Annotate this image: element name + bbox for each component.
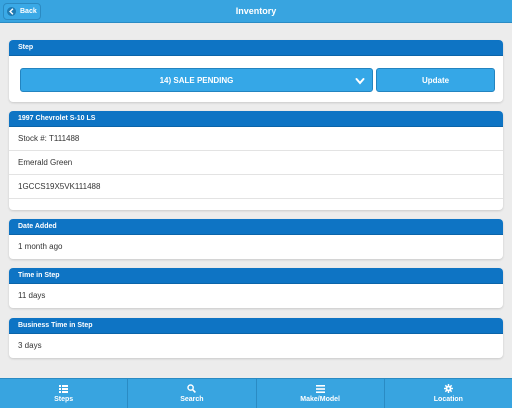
business-time-card: Business Time in Step 3 days: [9, 318, 503, 358]
vehicle-card: 1997 Chevrolet S-10 LS Stock #: T111488 …: [9, 111, 503, 210]
nav-location-label: Location: [433, 396, 463, 403]
nav-search-label: Search: [180, 396, 204, 403]
date-added-title: Date Added: [9, 219, 503, 235]
nav-steps-label: Steps: [54, 396, 74, 403]
time-in-step-title: Time in Step: [9, 268, 503, 284]
chevron-down-icon: [355, 78, 365, 85]
date-added-value: 1 month ago: [18, 242, 63, 251]
back-button-label: Back: [20, 8, 37, 15]
update-button[interactable]: Update: [376, 68, 495, 92]
back-button[interactable]: Back: [3, 3, 41, 20]
nav-steps[interactable]: Steps: [0, 379, 129, 408]
list-icon: [59, 384, 69, 393]
footer-nav: Steps Search Make/Model Location: [0, 378, 512, 408]
vehicle-color: Emerald Green: [9, 151, 503, 175]
nav-make-model[interactable]: Make/Model: [257, 379, 385, 408]
nav-make-model-label: Make/Model: [300, 396, 340, 403]
search-icon: [187, 384, 197, 393]
step-select[interactable]: 14) SALE PENDING: [20, 68, 373, 92]
nav-location[interactable]: Location: [385, 379, 512, 408]
arrow-left-icon: [7, 7, 16, 16]
stock-number: Stock #: T111488: [9, 127, 503, 151]
step-select-value: 14) SALE PENDING: [159, 75, 234, 85]
app-header: Inventory Back: [0, 0, 512, 23]
page-title: Inventory: [235, 6, 277, 16]
step-card: Step 14) SALE PENDING Update: [9, 40, 503, 102]
date-added-card: Date Added 1 month ago: [9, 219, 503, 259]
vehicle-title: 1997 Chevrolet S-10 LS: [9, 111, 503, 127]
step-card-title: Step: [9, 40, 503, 56]
vehicle-vin: 1GCCS19X5VK111488: [9, 175, 503, 199]
time-in-step-value: 11 days: [18, 291, 46, 300]
gear-icon: [443, 384, 453, 393]
nav-search[interactable]: Search: [128, 379, 257, 408]
business-time-value: 3 days: [18, 341, 42, 350]
business-time-title: Business Time in Step: [9, 318, 503, 334]
menu-icon: [315, 384, 325, 393]
time-in-step-card: Time in Step 11 days: [9, 268, 503, 308]
